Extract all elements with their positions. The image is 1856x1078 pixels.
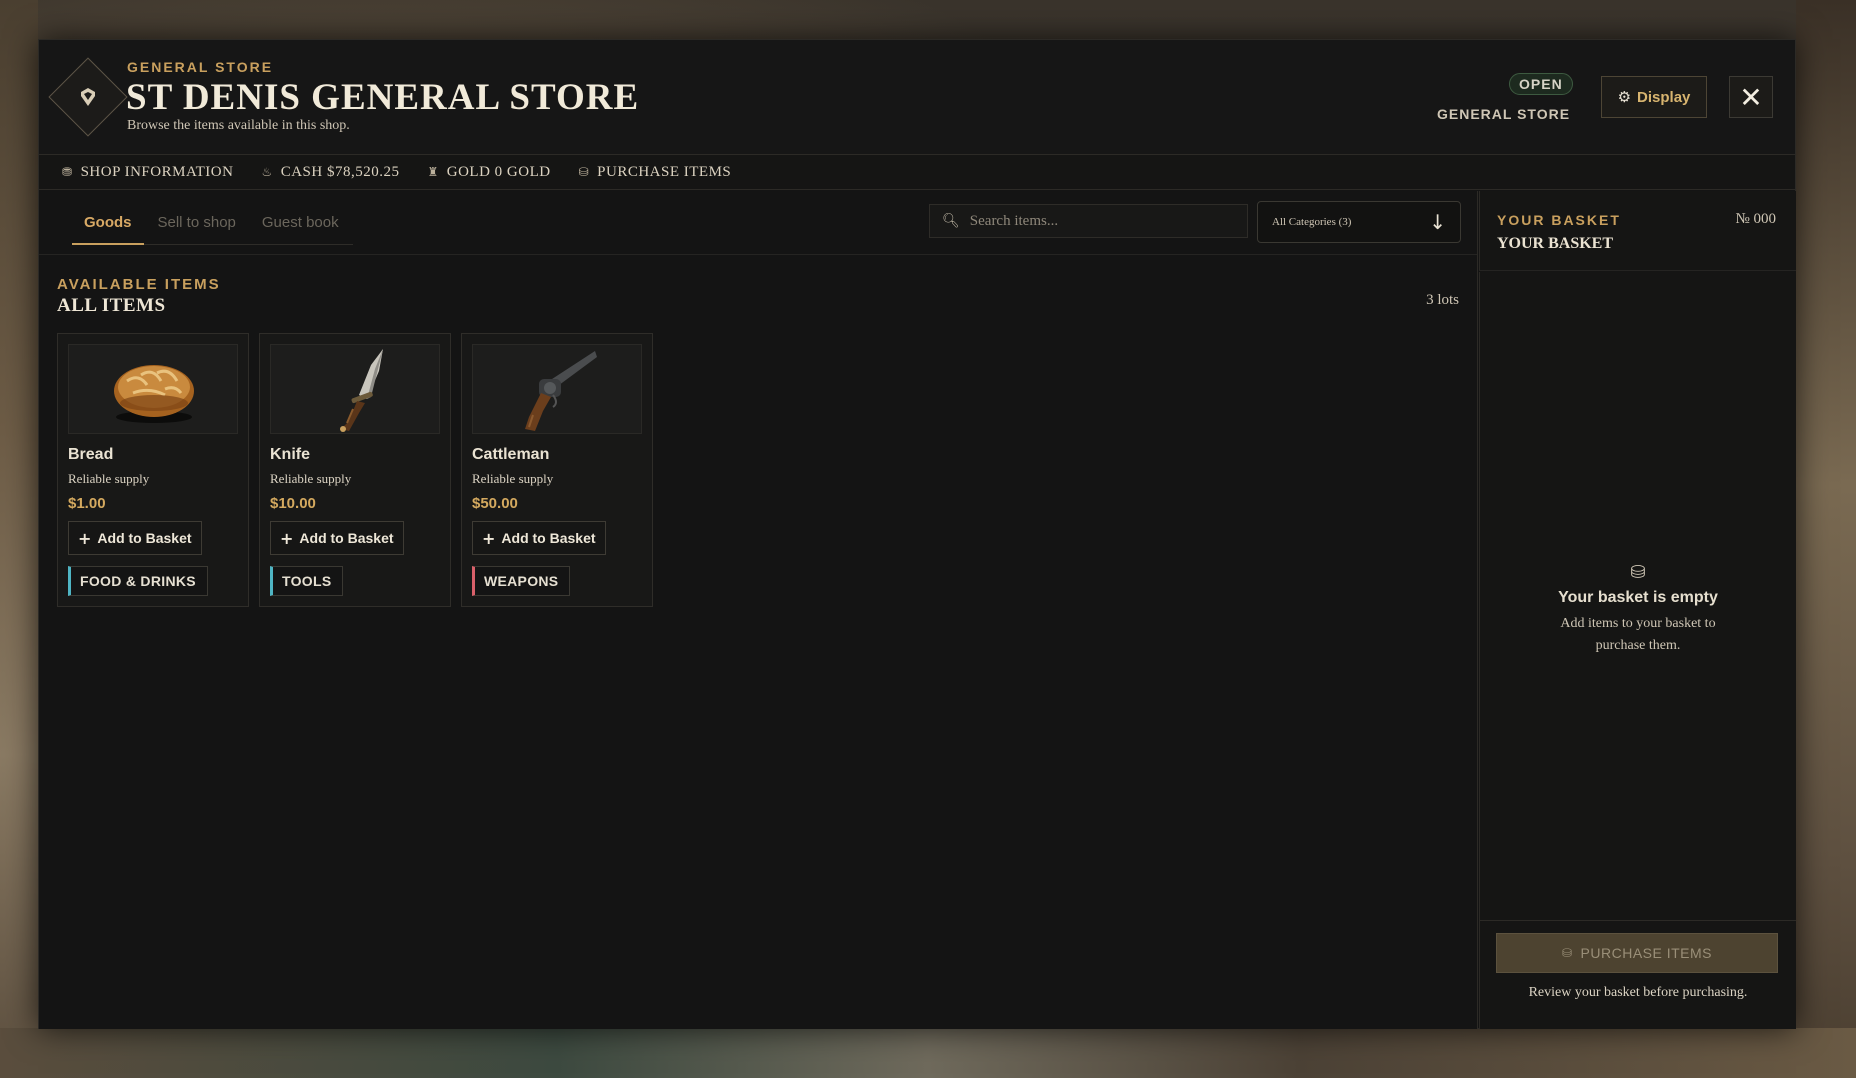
section-eyebrow: AVAILABLE ITEMS	[57, 276, 221, 293]
revolver-image	[472, 344, 642, 434]
store-type-label: GENERAL STORE	[1437, 106, 1571, 122]
knife-image	[270, 344, 440, 434]
plus-icon: +	[280, 528, 294, 548]
add-to-basket-label: Add to Basket	[501, 530, 596, 546]
store-emblem-icon	[69, 78, 107, 116]
add-to-basket-label: Add to Basket	[97, 530, 192, 546]
basket-eyebrow: YOUR BASKET	[1497, 212, 1621, 228]
basket-empty-state: ⛁ Your basket is empty Add items to your…	[1480, 562, 1796, 657]
add-to-basket-label: Add to Basket	[299, 530, 394, 546]
gold-icon: ♜	[427, 165, 439, 179]
item-card-cattleman: Cattleman Reliable supply $50.00 + Add t…	[461, 333, 653, 607]
empty-title: Your basket is empty	[1558, 589, 1718, 606]
purchase-note: Review your basket before purchasing.	[1528, 985, 1748, 1000]
info-shop-information[interactable]: ⛃ SHOP INFORMATION	[62, 164, 233, 181]
info-bar: ⛃ SHOP INFORMATION ♨ CASH $78,520.25 ♜ G…	[39, 155, 1795, 190]
gear-icon: ⚙	[1617, 88, 1632, 106]
search-icon: 🔍︎	[942, 213, 960, 229]
add-to-basket-button[interactable]: + Add to Basket	[270, 521, 404, 555]
info-label: SHOP INFORMATION	[80, 163, 234, 180]
empty-subtitle: Add items to your basket to purchase the…	[1560, 616, 1716, 653]
basket-panel: YOUR BASKET № 000 YOUR BASKET ⛁ Your bas…	[1479, 191, 1796, 1029]
shop-window: GENERAL STORE ST DENIS GENERAL STORE Bro…	[38, 39, 1796, 1029]
items-area: Goods Sell to shop Guest book 🔍︎ All Cat…	[39, 191, 1478, 1029]
item-name: Bread	[68, 446, 114, 463]
basket-header: YOUR BASKET № 000 YOUR BASKET	[1479, 191, 1796, 271]
background-bottom	[0, 1028, 1856, 1078]
purchase-items-button[interactable]: ⛁ PURCHASE ITEMS	[1496, 933, 1778, 973]
tab-sell-to-shop[interactable]: Sell to shop	[146, 206, 248, 244]
info-gold: ♜ GOLD 0 GOLD	[427, 164, 550, 181]
category-tag: WEAPONS	[472, 566, 571, 596]
close-button[interactable]: ✕	[1729, 76, 1773, 118]
close-icon: ✕	[1739, 80, 1763, 114]
shop-header: GENERAL STORE ST DENIS GENERAL STORE Bro…	[39, 40, 1795, 155]
item-price: $1.00	[68, 495, 106, 512]
arrow-down-icon: ↓	[1429, 210, 1446, 234]
basket-number: № 000	[1735, 211, 1776, 227]
tabs-toolbar: Goods Sell to shop Guest book 🔍︎ All Cat…	[39, 191, 1477, 255]
search-input[interactable]	[969, 212, 1230, 230]
purchase-items-label: PURCHASE ITEMS	[1580, 945, 1713, 961]
section-title: ALL ITEMS	[57, 295, 166, 316]
plus-icon: +	[78, 528, 92, 548]
info-cash: ♨ CASH $78,520.25	[261, 164, 399, 181]
item-card-bread: Bread Reliable supply $1.00 + Add to Bas…	[57, 333, 249, 607]
page-subtitle: Browse the items available in this shop.	[127, 118, 350, 133]
purchase-icon: ⛁	[578, 165, 590, 179]
page-title: ST DENIS GENERAL STORE	[126, 77, 640, 118]
category-tag: FOOD & DRINKS	[68, 566, 208, 596]
status-badge: OPEN	[1509, 73, 1573, 95]
purchase-icon: ⛁	[1561, 946, 1573, 960]
background-left	[0, 0, 38, 1078]
store-eyebrow: GENERAL STORE	[127, 59, 274, 75]
bread-image	[68, 344, 238, 434]
lot-count: 3 lots	[1426, 292, 1459, 308]
basket-contents: ⛁ Your basket is empty Add items to your…	[1479, 272, 1796, 920]
category-select-value: All Categories (3)	[1272, 216, 1352, 228]
tab-list: Goods Sell to shop Guest book	[72, 206, 353, 245]
display-button[interactable]: ⚙ Display	[1601, 76, 1707, 118]
search-box: 🔍︎	[929, 204, 1248, 238]
item-price: $10.00	[270, 495, 316, 512]
display-button-label: Display	[1637, 88, 1691, 106]
item-card-knife: Knife Reliable supply $10.00 + Add to Ba…	[259, 333, 451, 607]
tab-goods[interactable]: Goods	[72, 206, 144, 245]
basket-icon: ⛁	[1630, 562, 1646, 583]
info-label: GOLD 0 GOLD	[446, 163, 551, 180]
item-name: Cattleman	[472, 446, 550, 463]
item-price: $50.00	[472, 495, 518, 512]
add-to-basket-button[interactable]: + Add to Basket	[472, 521, 606, 555]
basket-title: YOUR BASKET	[1497, 235, 1614, 252]
background-right	[1796, 0, 1856, 1078]
item-description: Reliable supply	[472, 471, 554, 486]
shop-info-icon: ⛃	[62, 165, 73, 179]
category-tag: TOOLS	[270, 566, 344, 596]
plus-icon: +	[482, 528, 496, 548]
cash-icon: ♨	[261, 165, 273, 179]
tab-guest-book[interactable]: Guest book	[250, 206, 351, 244]
info-label: CASH $78,520.25	[280, 163, 400, 180]
item-name: Knife	[270, 446, 310, 463]
category-select[interactable]: All Categories (3) ↓	[1257, 201, 1461, 243]
info-label: PURCHASE ITEMS	[597, 163, 732, 180]
item-grid: Bread Reliable supply $1.00 + Add to Bas…	[57, 333, 653, 607]
info-purchase-items[interactable]: ⛁ PURCHASE ITEMS	[579, 164, 732, 181]
item-description: Reliable supply	[270, 471, 352, 486]
basket-footer: ⛁ PURCHASE ITEMS Review your basket befo…	[1479, 920, 1796, 1029]
add-to-basket-button[interactable]: + Add to Basket	[68, 521, 202, 555]
item-description: Reliable supply	[68, 471, 150, 486]
